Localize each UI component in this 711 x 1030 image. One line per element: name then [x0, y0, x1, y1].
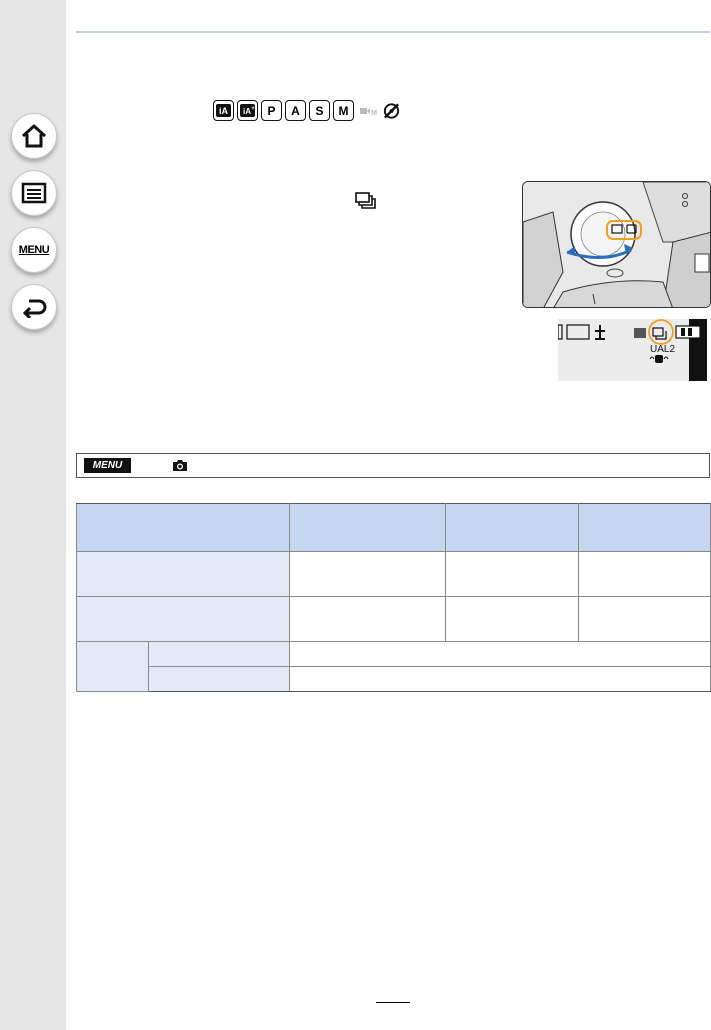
table-header-cell	[445, 503, 579, 552]
back-button[interactable]	[11, 284, 57, 330]
home-icon	[21, 124, 47, 148]
lcd-mode-text: UAL2	[650, 344, 675, 355]
table-header-cell	[289, 503, 446, 552]
table-row-subheader	[148, 666, 290, 692]
movie-mode-icon: M	[357, 100, 378, 121]
camera-drive-dial-illustration	[522, 181, 711, 308]
table-cell	[578, 551, 711, 597]
table-row	[76, 596, 711, 642]
home-button[interactable]	[11, 113, 57, 159]
svg-text:iA: iA	[219, 106, 229, 116]
intelligent-auto-plus-icon: iA +	[237, 100, 258, 121]
table-row-subheader	[148, 641, 290, 667]
menu-path-bar: MENU	[76, 453, 710, 478]
applicable-modes: iA iA + P A S M M	[213, 100, 402, 121]
intelligent-auto-icon: iA	[213, 100, 234, 121]
return-icon	[22, 299, 47, 318]
table-header-row	[76, 503, 711, 552]
table-row-group-header	[76, 641, 149, 692]
contents-button[interactable]	[11, 170, 57, 216]
monitor-display-illustration: UAL2	[558, 319, 707, 381]
header-rule	[76, 31, 710, 33]
mode-a-icon: A	[285, 100, 306, 121]
mode-s-icon: S	[309, 100, 330, 121]
table-cell	[289, 551, 446, 597]
camera-rec-icon	[173, 460, 187, 471]
table-row	[76, 551, 711, 597]
svg-text:iA: iA	[243, 107, 251, 116]
table-header-cell	[578, 503, 711, 552]
table-cell	[289, 641, 711, 667]
table-cell	[289, 666, 711, 692]
page-number-rule	[376, 1002, 410, 1003]
table-header-cell	[76, 503, 290, 552]
mode-m-icon: M	[333, 100, 354, 121]
table-cell	[445, 596, 579, 642]
settings-table	[76, 503, 711, 692]
menu-button[interactable]: MENU	[11, 227, 57, 273]
table-row	[76, 641, 711, 692]
sidebar-nav: MENU	[0, 0, 66, 1030]
table-cell	[289, 596, 446, 642]
table-row-header	[76, 551, 290, 597]
list-icon	[21, 182, 47, 204]
mode-p-icon: P	[261, 100, 282, 121]
menu-button-label: MENU	[18, 244, 50, 256]
table-row-header	[76, 596, 290, 642]
table-row	[77, 666, 711, 692]
menu-chip: MENU	[84, 458, 131, 473]
table-cell	[445, 551, 579, 597]
svg-text:+: +	[251, 106, 255, 112]
svg-text:M: M	[371, 110, 377, 116]
burst-icon	[355, 192, 376, 209]
creative-control-icon	[381, 100, 402, 121]
table-cell	[578, 596, 711, 642]
